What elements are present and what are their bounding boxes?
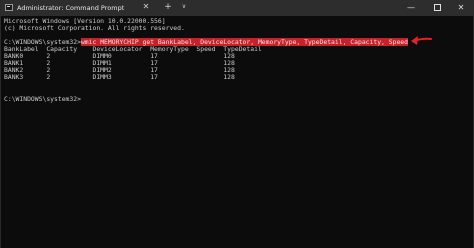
command-prompt-window: Administrator: Command Prompt ✕ + ∨ — ✕ … — [0, 0, 474, 248]
arrow-annotation-icon — [411, 36, 432, 45]
close-button[interactable]: ✕ — [447, 0, 474, 16]
title-bar[interactable]: Administrator: Command Prompt ✕ + ∨ — ✕ — [1, 0, 474, 16]
scrollbar[interactable] — [468, 16, 472, 248]
new-tab-button[interactable]: + — [163, 2, 173, 12]
tab-close-icon[interactable]: ✕ — [141, 2, 151, 12]
final-prompt: C:\WINDOWS\system32> — [4, 95, 81, 103]
minimize-button[interactable]: — — [397, 0, 425, 16]
console-output[interactable]: Microsoft Windows [Version 10.0.22000.55… — [1, 16, 474, 248]
table-row: BANK3 2 DIMM3 17 128 — [4, 73, 235, 81]
copyright-line: (c) Microsoft Corporation. All rights re… — [4, 24, 185, 32]
chevron-down-icon[interactable]: ∨ — [179, 2, 189, 12]
window-title: Administrator: Command Prompt — [17, 4, 125, 12]
terminal-icon — [5, 4, 13, 11]
maximize-icon — [433, 4, 441, 11]
